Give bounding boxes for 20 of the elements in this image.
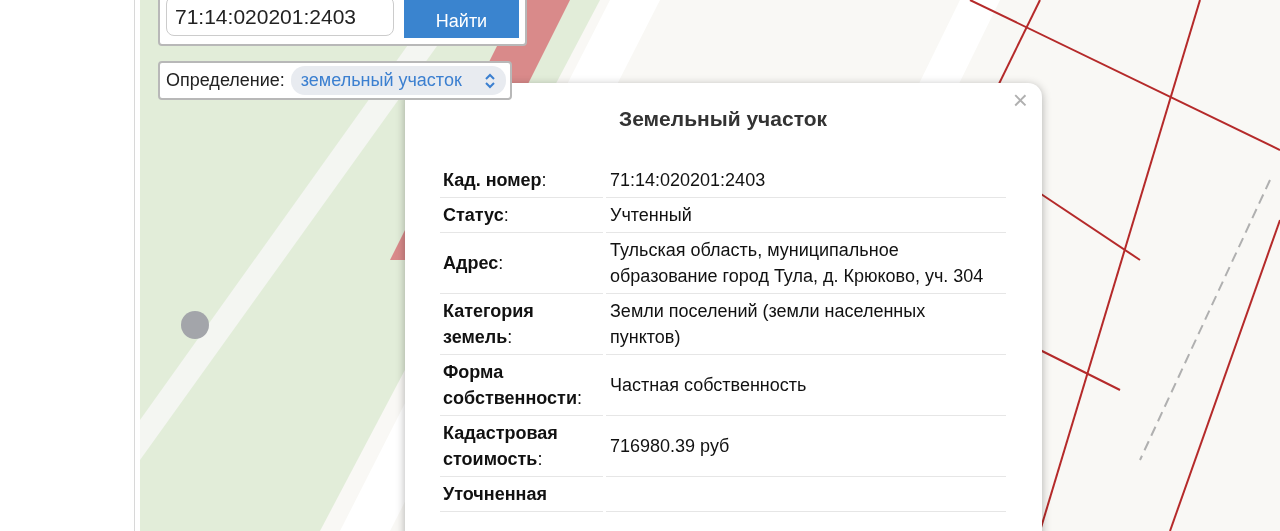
field-value: 71:14:020201:2403	[610, 169, 766, 192]
search-field[interactable]: 71:14:020201:2403	[166, 0, 394, 36]
field-value: Частная собственность	[610, 374, 807, 397]
close-button[interactable]: ×	[1008, 87, 1032, 113]
field-label: Категория земель:	[443, 300, 535, 349]
field-label: Кадастровая стоимость:	[443, 422, 559, 471]
definition-label: Определение:	[166, 70, 285, 91]
field-value: Учтенный	[610, 204, 692, 227]
search-button[interactable]: Найти	[404, 0, 519, 38]
field-label: Адрес:	[443, 252, 504, 275]
popup-title: Земельный участок	[618, 107, 828, 131]
chevron-icon	[483, 72, 496, 89]
field-label: Уточненная	[443, 483, 547, 506]
field-label: Кад. номер:	[443, 169, 547, 192]
field-value: 716980.39 руб	[610, 435, 730, 458]
field-label: Статус:	[443, 204, 509, 227]
field-label: Форма собственности:	[443, 361, 583, 410]
field-value: Тульская область, муниципальное образование город Тула, д. Крюково, уч. 304	[610, 239, 985, 288]
field-value: Земли поселений (земли населенных пунктов)	[610, 300, 927, 349]
definition-select[interactable]: земельный участок	[290, 66, 506, 95]
